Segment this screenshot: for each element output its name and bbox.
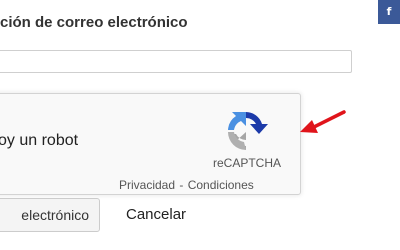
recaptcha-logo-icon bbox=[228, 112, 268, 150]
privacy-link[interactable]: Privacidad bbox=[119, 178, 175, 192]
email-field[interactable] bbox=[0, 50, 352, 73]
send-email-button[interactable]: electrónico bbox=[0, 198, 100, 232]
facebook-icon: f bbox=[386, 5, 392, 18]
facebook-share-button[interactable]: f bbox=[378, 0, 400, 24]
recaptcha-brand-text: reCAPTCHA bbox=[212, 156, 281, 170]
email-field-label: ción de correo electrónico bbox=[0, 14, 188, 31]
red-arrow-icon bbox=[300, 110, 346, 133]
terms-link[interactable]: Condiciones bbox=[188, 178, 254, 192]
links-separator: - bbox=[179, 178, 184, 192]
cancel-button[interactable]: Cancelar bbox=[126, 206, 186, 223]
recaptcha-links: Privacidad - Condiciones bbox=[119, 178, 254, 192]
recaptcha-checkbox-label[interactable]: oy un robot bbox=[0, 132, 78, 150]
